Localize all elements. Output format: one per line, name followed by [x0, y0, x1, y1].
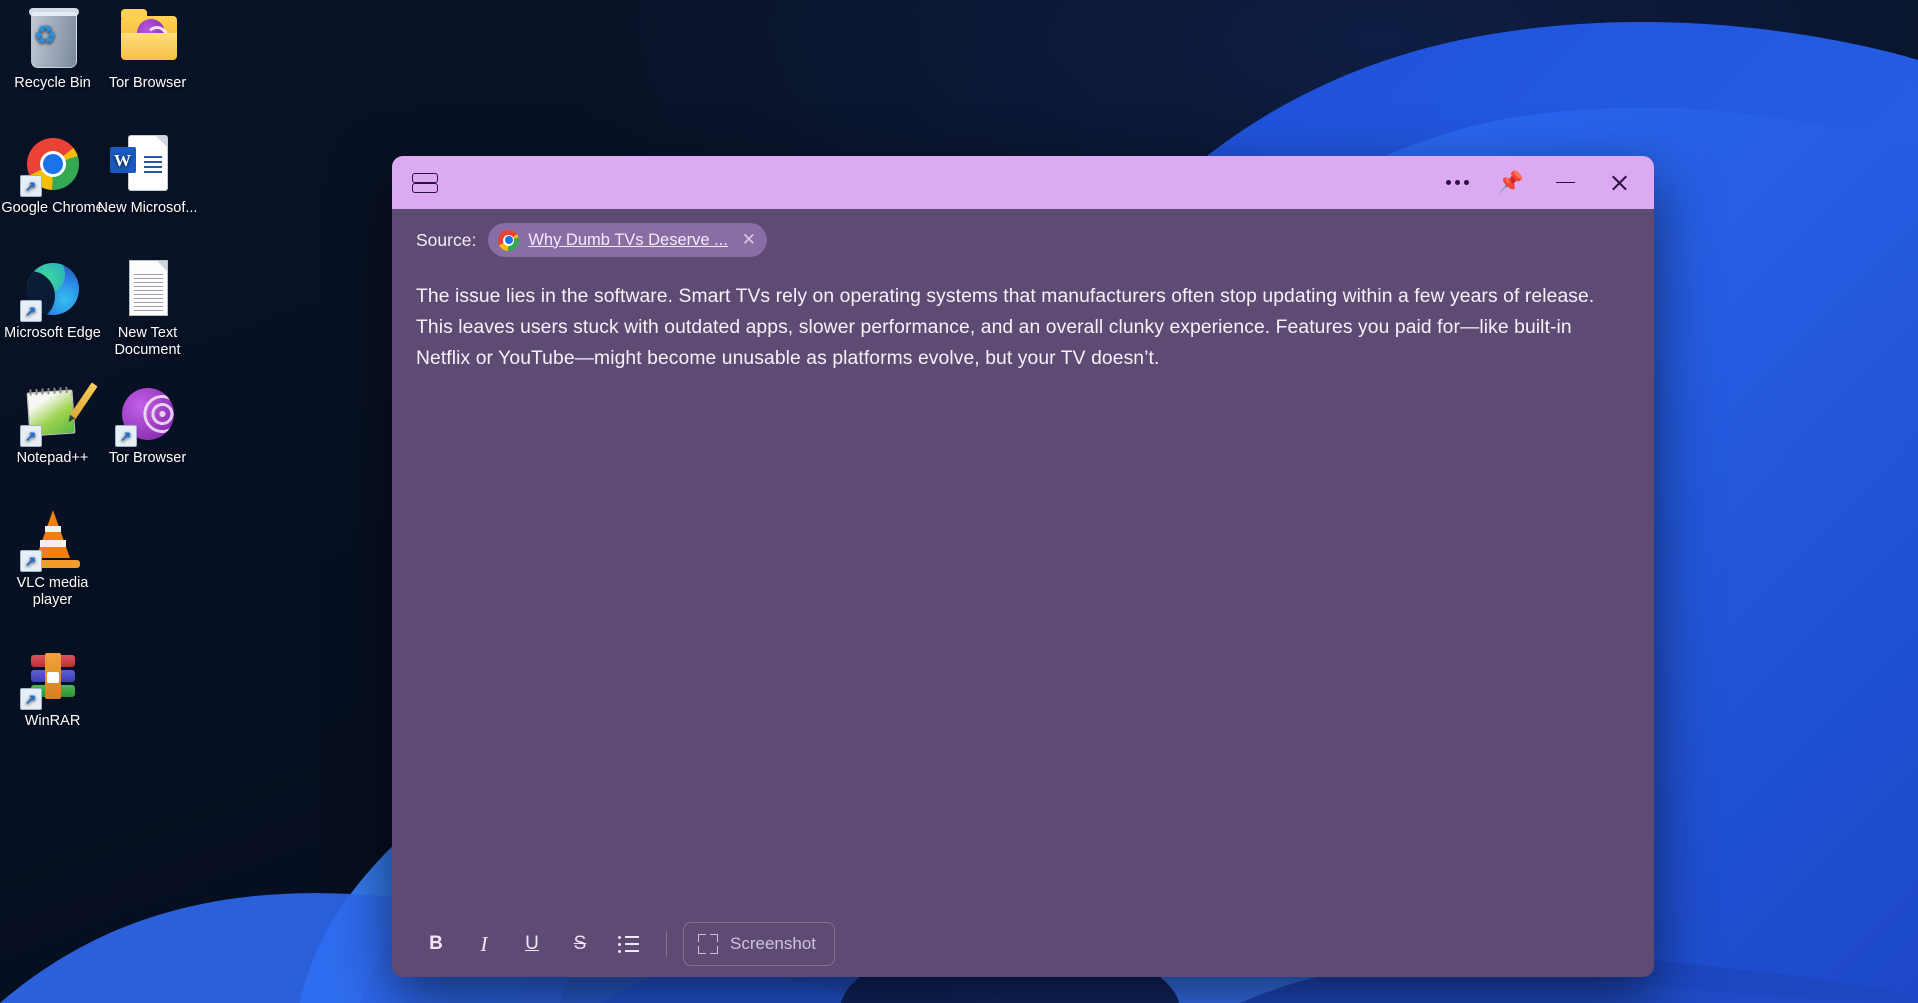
shortcut-arrow-icon: [19, 550, 42, 572]
desktop-icon-label: New Text Document: [114, 325, 181, 358]
source-chip[interactable]: Why Dumb TVs Deserve ... ✕: [488, 223, 767, 257]
desktop-icon-label: Tor Browser: [108, 75, 187, 91]
sticky-note-window[interactable]: 📌 Source: Why Dumb TVs Deserve ... ✕ The…: [392, 156, 1654, 977]
bulleted-list-icon: [618, 936, 639, 953]
desktop-icon-label: VLC media player: [16, 575, 89, 608]
notepad-plus-plus-icon: [19, 382, 98, 447]
desktop[interactable]: ♻ Recycle Bin Tor Browser Google Chrome …: [0, 0, 1918, 1003]
minimize-button[interactable]: [1538, 163, 1592, 203]
two-rows-menu-icon[interactable]: [412, 172, 438, 193]
vlc-media-player-icon: [19, 508, 84, 572]
strikethrough-button[interactable]: S: [558, 924, 602, 964]
tor-browser-icon: [114, 383, 179, 447]
note-body[interactable]: The issue lies in the software. Smart TV…: [392, 265, 1654, 911]
desktop-icon-new-microsoft-word[interactable]: W New Microsof...: [95, 133, 200, 217]
pin-icon: 📌: [1497, 171, 1525, 194]
window-title-bar[interactable]: 📌: [392, 156, 1654, 209]
shortcut-arrow-icon: [19, 688, 42, 710]
source-row: Source: Why Dumb TVs Deserve ... ✕: [392, 209, 1654, 265]
google-chrome-icon: [19, 133, 84, 197]
desktop-icon-label: Tor Browser: [108, 450, 187, 466]
screenshot-label: Screenshot: [730, 934, 816, 953]
ellipsis-icon: [1445, 180, 1469, 185]
toolbar-divider: [666, 931, 667, 957]
close-button[interactable]: [1592, 163, 1646, 203]
desktop-icon-winrar[interactable]: WinRAR: [0, 646, 105, 730]
desktop-icon-label: Microsoft Edge: [4, 325, 101, 341]
desktop-icon-vlc-media-player[interactable]: VLC media player: [0, 508, 105, 609]
shortcut-arrow-icon: [19, 300, 42, 322]
more-options-button[interactable]: [1430, 163, 1484, 203]
desktop-icon-label: Recycle Bin: [14, 75, 91, 91]
bulleted-list-button[interactable]: [606, 924, 650, 964]
bold-button[interactable]: B: [414, 924, 458, 964]
desktop-icon-tor-browser-folder[interactable]: Tor Browser: [95, 8, 200, 92]
source-link[interactable]: Why Dumb TVs Deserve ...: [528, 231, 728, 250]
desktop-icon-microsoft-edge[interactable]: Microsoft Edge: [0, 258, 105, 342]
desktop-icon-label: Notepad++: [16, 450, 89, 466]
screenshot-button[interactable]: Screenshot: [683, 922, 835, 966]
desktop-icon-label: Google Chrome: [1, 200, 104, 216]
desktop-icon-new-text-document[interactable]: New Text Document: [95, 258, 200, 359]
microsoft-edge-icon: [19, 258, 84, 322]
shortcut-arrow-icon: [114, 425, 137, 447]
tor-browser-folder-icon: [117, 8, 179, 70]
shortcut-arrow-icon: [19, 175, 42, 197]
minimize-icon: [1555, 181, 1575, 184]
desktop-icon-google-chrome[interactable]: Google Chrome: [0, 133, 105, 217]
recycle-bin-icon: ♻: [22, 8, 84, 70]
crop-frame-icon: [698, 934, 718, 954]
google-chrome-icon: [498, 229, 520, 251]
winrar-icon: [19, 646, 84, 710]
desktop-icon-tor-browser[interactable]: Tor Browser: [95, 383, 200, 467]
underline-button[interactable]: U: [510, 924, 554, 964]
desktop-icon-recycle-bin[interactable]: ♻ Recycle Bin: [0, 8, 105, 92]
italic-button[interactable]: I: [462, 924, 506, 964]
close-icon: [1610, 173, 1629, 192]
text-document-icon: [117, 258, 179, 320]
desktop-icon-label: WinRAR: [24, 713, 81, 729]
pin-button[interactable]: 📌: [1484, 163, 1538, 203]
desktop-icon-notepad-plus-plus[interactable]: Notepad++: [0, 382, 105, 467]
source-label: Source:: [416, 229, 477, 250]
note-text[interactable]: The issue lies in the software. Smart TV…: [416, 281, 1618, 374]
desktop-icon-label: New Microsof...: [97, 200, 198, 216]
word-document-icon: W: [109, 133, 179, 195]
source-close-icon[interactable]: ✕: [737, 228, 761, 252]
shortcut-arrow-icon: [19, 425, 42, 447]
formatting-toolbar: B I U S Screenshot: [392, 911, 1654, 977]
